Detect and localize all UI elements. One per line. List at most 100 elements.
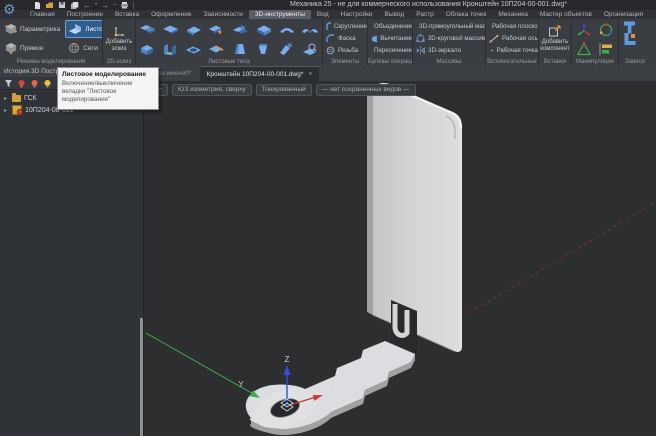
ribbon: Параметрика Листовое Прямое Сети Режимы … — [0, 19, 656, 66]
sheet-tool-icon[interactable] — [299, 39, 322, 58]
axis-x-label: X — [329, 384, 335, 393]
group-inserts: Добавить компонент Вставки — [539, 19, 572, 66]
tab-vyvod[interactable]: Вывод — [379, 10, 411, 19]
group-arrays: 3D-прямоугольный массив 3D-круговой масс… — [413, 19, 486, 66]
undo-history-icon[interactable]: • — [95, 1, 97, 10]
sheet-tool-icon[interactable] — [206, 20, 229, 39]
redo-history-icon[interactable]: ‒ — [113, 1, 116, 10]
direct-mode-button[interactable]: Прямое — [2, 39, 63, 57]
viewport-3d[interactable]: − ЮЗ изометрия, сверху Тонированный — не… — [144, 81, 656, 436]
tree-item-label: ГСК — [24, 95, 37, 102]
tab-nastroyki[interactable]: Настройки — [335, 10, 379, 19]
redo-button[interactable]: → — [101, 1, 109, 10]
sheet-tool-icon[interactable] — [276, 39, 299, 58]
app-menu-gear-icon[interactable]: ⚙ — [3, 0, 16, 18]
sheet-tool-icon[interactable] — [252, 39, 275, 58]
visibility-red-icon[interactable] — [17, 79, 26, 88]
tab-3d-tools[interactable]: 3D-инструменты — [249, 10, 311, 19]
polar-array-button[interactable]: 3D-круговой массив — [416, 33, 485, 44]
fillet-icon — [326, 22, 331, 31]
group-2d-sketch: Добавить эскиз 2D-эскиз — [103, 19, 136, 66]
viewport-visual-style-button[interactable]: Тонированный — [256, 84, 312, 96]
tooltip-title: Листовое моделирование — [62, 71, 154, 78]
tab-master-obektov[interactable]: Мастер объектов — [534, 10, 598, 19]
bulb-yellow-icon[interactable] — [43, 79, 52, 88]
tab-oblaka-tochek[interactable]: Облака точек — [440, 10, 493, 19]
doc-tab-kronshtein[interactable]: Кронштейн 10П204-00-001.dwg* × — [200, 66, 320, 81]
fillet-button[interactable]: Скругление — [326, 21, 367, 32]
mesh-sphere-icon — [68, 42, 80, 54]
tab-postroenie[interactable]: Построение — [61, 10, 109, 19]
tab-close-icon[interactable]: × — [308, 71, 312, 78]
work-plane-button[interactable]: Рабочая плоскость — [489, 21, 538, 32]
mesh-mode-button[interactable]: Сети — [65, 39, 102, 57]
print-button[interactable] — [120, 1, 129, 10]
tab-mekhanika[interactable]: Механика — [492, 10, 534, 19]
axis-z-label: Z — [285, 355, 290, 364]
viewport-view-button[interactable]: ЮЗ изометрия, сверху — [172, 84, 252, 96]
union-button[interactable]: Объединение — [371, 21, 412, 32]
move-3d-button[interactable] — [573, 20, 595, 39]
sheet-tool-icon[interactable] — [229, 20, 252, 39]
sheet-tool-icon[interactable] — [183, 20, 206, 39]
subtract-button[interactable]: Вычитание — [371, 33, 412, 44]
scale-3d-icon — [576, 41, 592, 57]
tab-oformlenie[interactable]: Оформление — [145, 10, 197, 19]
constraint-coincident-button[interactable] — [623, 21, 656, 32]
tab-vid[interactable]: Вид — [311, 10, 335, 19]
save-all-button[interactable] — [70, 1, 79, 10]
viewport-saved-views-dropdown[interactable]: — нет сохраненных видов — — [316, 84, 416, 96]
subtract-icon — [371, 35, 377, 43]
group-constraints: Зависи — [619, 19, 656, 66]
open-file-button[interactable] — [45, 1, 54, 10]
construction-line-x — [469, 202, 656, 313]
rect-array-button[interactable]: 3D-прямоугольный массив — [416, 21, 485, 32]
application-window: ← • → ‒ Механика 25 - не для коммерческо… — [0, 0, 656, 436]
sheet-tool-icon[interactable] — [136, 39, 159, 58]
parametric-mode-button[interactable]: Параметрика — [2, 20, 63, 38]
add-component-button[interactable]: Добавить компонент — [539, 19, 571, 58]
add-sketch-button[interactable]: Добавить эскиз — [103, 19, 135, 58]
tab-vstavka[interactable]: Вставка — [109, 10, 145, 19]
document-tab-bar: Без имени0* Кронштейн 10П204-00-001.dwg*… — [144, 66, 656, 81]
tab-organizatsiya[interactable]: Организация — [598, 10, 649, 19]
sheet-tool-icon[interactable] — [206, 39, 229, 58]
sheet-tool-icon[interactable] — [136, 20, 159, 39]
panel-scrollbar[interactable] — [140, 318, 143, 436]
sheet-mode-button[interactable]: Листовое — [65, 20, 102, 38]
tab-glavnaya[interactable]: Главная — [24, 10, 61, 19]
sheet-tool-icon[interactable] — [229, 39, 252, 58]
constraint-corner-icon — [623, 32, 637, 46]
filter-icon[interactable] — [4, 79, 13, 88]
sheet-tool-icon[interactable] — [183, 39, 206, 58]
group-manipulations: Манипуляции — [572, 19, 619, 66]
intersect-button[interactable]: Пересечение — [371, 45, 412, 56]
work-axis-button[interactable]: Рабочая ось — [489, 33, 538, 44]
group-elements: Скругление Фаска Резьба Элементы — [323, 19, 368, 66]
tab-rastr[interactable]: Растр — [410, 10, 440, 19]
rotate-3d-button[interactable] — [595, 20, 617, 39]
chamfer-button[interactable]: Фаска — [326, 33, 367, 44]
sheet-tool-icon[interactable] — [299, 20, 322, 39]
expand-caret-icon[interactable]: ▸ — [4, 107, 9, 114]
chamfer-icon — [326, 34, 335, 43]
add-component-icon — [548, 24, 562, 38]
expand-caret-icon[interactable]: ▸ — [4, 95, 9, 102]
mirror-3d-button[interactable]: 3D-зеркало — [416, 45, 485, 56]
sheet-tool-icon[interactable] — [252, 20, 275, 39]
save-button[interactable] — [58, 1, 66, 10]
constraint-angle-button[interactable] — [623, 33, 656, 44]
undo-button[interactable]: ← — [83, 1, 91, 10]
align-3d-button[interactable] — [595, 39, 617, 58]
work-point-button[interactable]: Рабочая точка — [489, 45, 538, 56]
thread-button[interactable]: Резьба — [326, 45, 367, 56]
tab-zavisimosti[interactable]: Зависимости — [197, 10, 248, 19]
sheet-tool-icon[interactable] — [159, 20, 182, 39]
scale-3d-button[interactable] — [573, 39, 595, 58]
group-modeling-modes: Параметрика Листовое Прямое Сети Режимы … — [0, 19, 103, 66]
sheet-tool-icon[interactable] — [159, 39, 182, 58]
new-file-button[interactable] — [34, 1, 41, 10]
bulb-red-icon[interactable] — [30, 79, 39, 88]
sheet-tool-icon[interactable] — [276, 20, 299, 39]
cube-icon — [5, 42, 17, 54]
